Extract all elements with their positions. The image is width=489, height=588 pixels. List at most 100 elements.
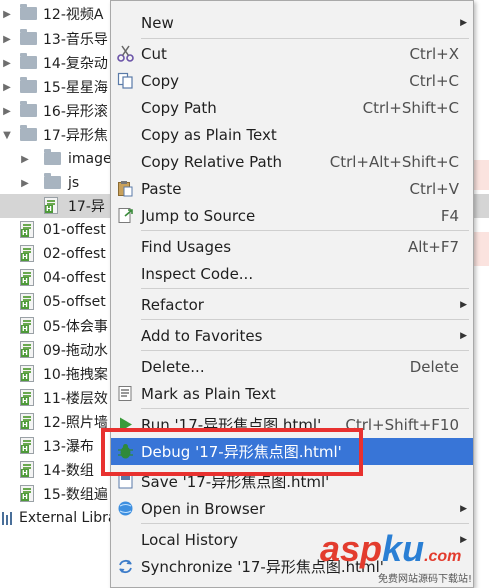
menu-item-label: Copy Path bbox=[141, 98, 217, 117]
menu-item-copy-relative-path[interactable]: Copy Relative Path Ctrl+Alt+Shift+C bbox=[111, 148, 473, 175]
html-file-icon: H bbox=[20, 245, 34, 262]
menu-item-new[interactable]: New ▶ bbox=[111, 9, 473, 36]
chevron-right-icon[interactable]: ▶ bbox=[2, 82, 12, 93]
menu-item-copy[interactable]: Copy Ctrl+C bbox=[111, 67, 473, 94]
tree-item-label: js bbox=[68, 175, 80, 191]
submenu-arrow-icon: ▶ bbox=[460, 503, 467, 514]
menu-item-label: Inspect Code... bbox=[141, 264, 254, 283]
html-file-icon: H bbox=[20, 269, 34, 286]
folder-icon bbox=[20, 53, 37, 69]
submenu-arrow-icon: ▶ bbox=[460, 17, 467, 28]
menu-separator bbox=[141, 230, 469, 231]
menu-item-label: Debug '17-异形焦点图.html' bbox=[141, 443, 342, 461]
menu-item-label: Copy Relative Path bbox=[141, 152, 283, 171]
plain-text-icon bbox=[118, 386, 132, 401]
html-file-icon: H bbox=[20, 221, 34, 238]
folder-icon bbox=[20, 125, 37, 141]
chevron-right-icon[interactable]: ▶ bbox=[20, 178, 30, 189]
chevron-down-icon[interactable]: ▼ bbox=[2, 130, 12, 141]
tree-item-label: 17-异 bbox=[68, 199, 105, 215]
menu-item-label: Cut bbox=[141, 44, 167, 63]
menu-item-delete[interactable]: Delete... Delete bbox=[111, 353, 473, 380]
menu-item-cut[interactable]: Cut Ctrl+X bbox=[111, 40, 473, 67]
menu-item-inspect-code[interactable]: Inspect Code... bbox=[111, 260, 473, 287]
shortcut-label: Ctrl+Alt+Shift+C bbox=[329, 152, 459, 171]
menu-item-paste[interactable]: Paste Ctrl+V bbox=[111, 175, 473, 202]
menu-separator bbox=[141, 288, 469, 289]
menu-item-synchronize[interactable]: Synchronize '17-异形焦点图.html' bbox=[111, 553, 473, 580]
menu-item-label: Run '17-异形焦点图.html' bbox=[141, 416, 322, 434]
tree-item-label: 13-瀑布 bbox=[43, 439, 94, 455]
editor-highlight bbox=[474, 160, 489, 190]
menu-item-add-to-favorites[interactable]: Add to Favorites ▶ bbox=[111, 322, 473, 349]
menu-item-open-in-browser[interactable]: Open in Browser ▶ bbox=[111, 495, 473, 522]
save-icon bbox=[118, 474, 133, 489]
scissors-icon bbox=[117, 45, 134, 62]
menu-item-label: Copy as Plain Text bbox=[141, 125, 277, 144]
menu-item-mark-as-plain-text[interactable]: Mark as Plain Text bbox=[111, 380, 473, 407]
html-file-icon: H bbox=[20, 389, 34, 406]
copy-icon bbox=[117, 72, 133, 89]
tree-item-label: 15-星星海 bbox=[43, 80, 108, 96]
shortcut-label: Ctrl+Shift+F10 bbox=[345, 415, 459, 434]
menu-item-label: Find Usages bbox=[141, 237, 232, 256]
menu-item-debug[interactable]: Debug '17-异形焦点图.html' bbox=[111, 438, 473, 465]
chevron-right-icon[interactable]: ▶ bbox=[2, 9, 12, 20]
chevron-right-icon[interactable]: ▶ bbox=[20, 154, 30, 165]
tree-item-label: 12-视频A bbox=[43, 7, 104, 23]
tree-item-label: 15-数组遍 bbox=[43, 487, 108, 503]
tree-item-label: 12-照片墙 bbox=[43, 415, 108, 431]
html-file-icon: H bbox=[20, 293, 34, 310]
tree-item-label: 16-异形滚 bbox=[43, 104, 108, 120]
menu-item-label: Paste bbox=[141, 179, 182, 198]
chevron-right-icon[interactable]: ▶ bbox=[2, 58, 12, 69]
html-file-icon: H bbox=[20, 461, 34, 478]
menu-item-label: Add to Favorites bbox=[141, 326, 263, 345]
shortcut-label: Delete bbox=[409, 357, 459, 376]
chevron-right-icon[interactable]: ▶ bbox=[2, 106, 12, 117]
chevron-right-icon[interactable]: ▶ bbox=[2, 34, 12, 45]
shortcut-label: Alt+F7 bbox=[407, 237, 459, 256]
debug-icon bbox=[118, 444, 133, 459]
tree-item-label: 17-异形焦 bbox=[43, 128, 108, 144]
tree-item-label: 01-offest bbox=[43, 222, 106, 238]
libraries-icon bbox=[2, 511, 15, 525]
tree-item-label: 05-体会事 bbox=[43, 319, 108, 335]
jump-to-source-icon bbox=[118, 208, 133, 223]
menu-item-label: Refactor bbox=[141, 295, 204, 314]
menu-item-find-usages[interactable]: Find Usages Alt+F7 bbox=[111, 233, 473, 260]
menu-separator bbox=[141, 408, 469, 409]
shortcut-label: Ctrl+C bbox=[409, 71, 459, 90]
submenu-arrow-icon: ▶ bbox=[460, 299, 467, 310]
folder-icon bbox=[44, 173, 61, 189]
tree-item-label: 02-offest bbox=[43, 246, 106, 262]
menu-item-label: Save '17-异形焦点图.html' bbox=[141, 473, 330, 491]
menu-item-refactor[interactable]: Refactor ▶ bbox=[111, 291, 473, 318]
run-icon bbox=[120, 417, 132, 432]
menu-item-save[interactable]: Save '17-异形焦点图.html' bbox=[111, 468, 473, 495]
menu-item-run[interactable]: Run '17-异形焦点图.html' Ctrl+Shift+F10 bbox=[111, 411, 473, 438]
shortcut-label: Ctrl+V bbox=[409, 179, 459, 198]
menu-item-label: Delete... bbox=[141, 357, 205, 376]
html-file-icon: H bbox=[20, 413, 34, 430]
folder-icon bbox=[20, 4, 37, 20]
folder-icon bbox=[20, 101, 37, 117]
tree-item-label: External Libra bbox=[19, 510, 117, 526]
browser-icon bbox=[118, 501, 133, 516]
menu-item-copy-as-plain-text[interactable]: Copy as Plain Text bbox=[111, 121, 473, 148]
shortcut-label: F4 bbox=[440, 206, 459, 225]
context-menu: New ▶ Cut Ctrl+X Copy Ctrl+C Copy Path C… bbox=[110, 0, 474, 588]
paste-icon bbox=[118, 181, 133, 197]
tree-item-label: 04-offest bbox=[43, 270, 106, 286]
html-file-icon: H bbox=[20, 485, 34, 502]
submenu-arrow-icon: ▶ bbox=[460, 534, 467, 545]
menu-separator bbox=[141, 319, 469, 320]
menu-item-local-history[interactable]: Local History ▶ bbox=[111, 526, 473, 553]
menu-item-label: Copy bbox=[141, 71, 180, 90]
html-file-icon: H bbox=[20, 317, 34, 334]
menu-item-copy-path[interactable]: Copy Path Ctrl+Shift+C bbox=[111, 94, 473, 121]
menu-item-jump-to-source[interactable]: Jump to Source F4 bbox=[111, 202, 473, 229]
folder-icon bbox=[44, 149, 61, 165]
submenu-arrow-icon: ▶ bbox=[460, 330, 467, 341]
menu-item-label: Local History bbox=[141, 530, 239, 549]
